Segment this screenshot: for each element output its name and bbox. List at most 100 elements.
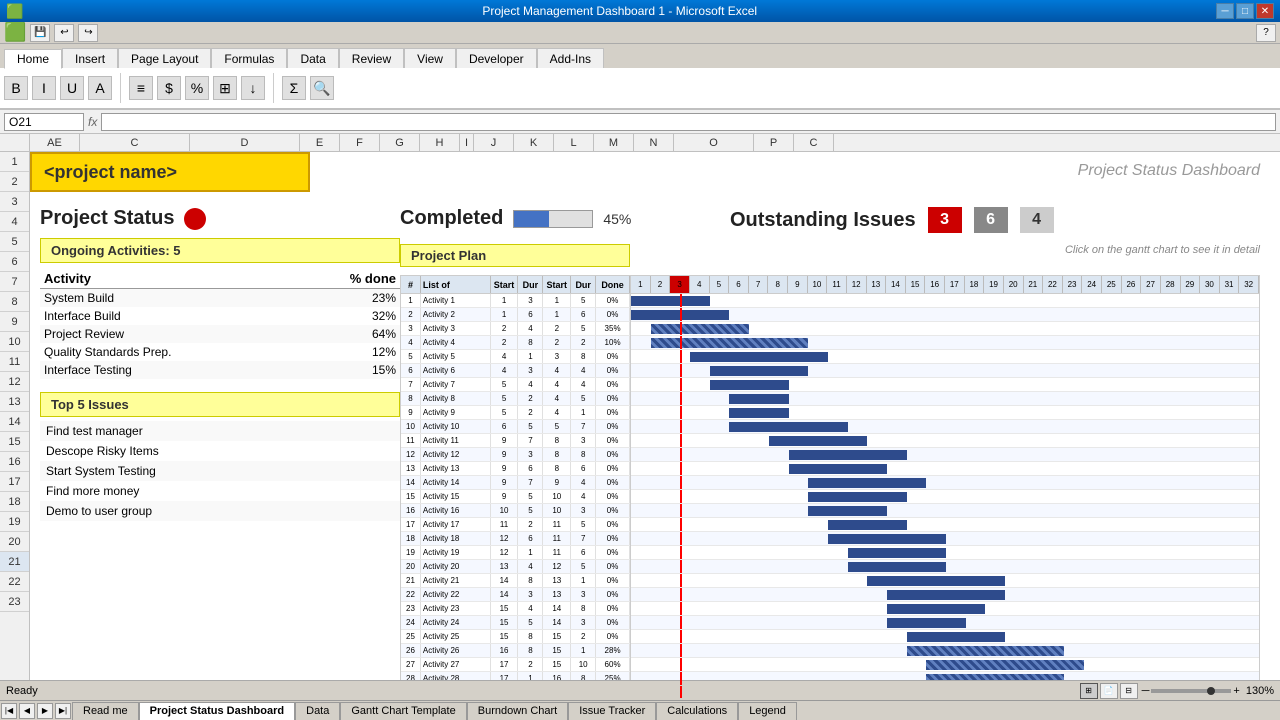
close-button[interactable]: ✕ <box>1256 3 1274 19</box>
gantt-left-row: 8 Activity 8 5 2 4 5 0% <box>401 392 630 406</box>
window-controls: ─ □ ✕ <box>1216 3 1274 19</box>
gantt-bar <box>631 296 710 306</box>
sheet-tab-issue-tracker[interactable]: Issue Tracker <box>568 702 656 720</box>
help-icon[interactable]: ? <box>1256 24 1276 42</box>
gantt-cell-s1: 15 <box>491 602 519 615</box>
tab-prev-btn[interactable]: ◀ <box>19 703 35 719</box>
col-i[interactable]: I <box>460 134 474 151</box>
gantt-cell-done: 0% <box>596 392 630 405</box>
col-l[interactable]: L <box>554 134 594 151</box>
tab-formulas[interactable]: Formulas <box>211 48 287 68</box>
col-h[interactable]: H <box>420 134 460 151</box>
col-m[interactable]: M <box>594 134 634 151</box>
cell-reference-input[interactable]: O21 <box>4 113 84 131</box>
gantt-left-row: 14 Activity 14 9 7 9 4 0% <box>401 476 630 490</box>
outstanding-red-badge: 3 <box>928 207 962 233</box>
gantt-timeline-col: 32 <box>1239 276 1259 293</box>
gantt-cell-d2: 6 <box>571 308 596 321</box>
tab-first-btn[interactable]: |◀ <box>1 703 17 719</box>
col-e[interactable]: E <box>300 134 340 151</box>
gantt-hdr-name: List of Activities <box>421 276 491 293</box>
redo-button[interactable]: ↪ <box>78 24 98 42</box>
col-ae[interactable]: AE <box>30 134 80 151</box>
gantt-bar <box>867 576 1005 586</box>
gantt-cell-num: 1 <box>401 294 421 307</box>
progress-fill <box>514 211 549 227</box>
tab-view[interactable]: View <box>404 48 456 68</box>
gantt-bar <box>789 464 887 474</box>
gantt-bar <box>651 324 749 334</box>
tab-review[interactable]: Review <box>339 48 404 68</box>
ribbon-btn-9[interactable]: ↓ <box>241 76 265 100</box>
gantt-bar <box>710 366 808 376</box>
sheet-tab-data[interactable]: Data <box>295 702 340 720</box>
gantt-bar <box>828 534 946 544</box>
col-c[interactable]: C <box>80 134 190 151</box>
zoom-controls: ─ + 130% <box>1142 685 1274 697</box>
gantt-bars-area[interactable]: 1234567891011121314151617181920212223242… <box>631 276 1259 698</box>
col-c2[interactable]: C <box>794 134 834 151</box>
page-break-view-btn[interactable]: ⊟ <box>1120 683 1138 699</box>
gantt-left-row: 12 Activity 12 9 3 8 8 0% <box>401 448 630 462</box>
gantt-bar-row <box>631 392 1259 406</box>
sheet-tab-project-status-dashboard[interactable]: Project Status Dashboard <box>139 702 295 720</box>
sheet-tab-read-me[interactable]: Read me <box>72 702 139 720</box>
tab-data[interactable]: Data <box>287 48 338 68</box>
ribbon-btn-3[interactable]: U <box>60 76 84 100</box>
col-o[interactable]: O <box>674 134 754 151</box>
ribbon-btn-8[interactable]: ⊞ <box>213 76 237 100</box>
sheet-tab-legend[interactable]: Legend <box>738 702 797 720</box>
ribbon-btn-1[interactable]: B <box>4 76 28 100</box>
gantt-timeline-col: 1 <box>631 276 651 293</box>
page-layout-view-btn[interactable]: 📄 <box>1100 683 1118 699</box>
current-day-marker <box>680 308 682 321</box>
project-name-cell[interactable]: <project name> <box>30 152 310 192</box>
col-p[interactable]: P <box>754 134 794 151</box>
zoom-in-btn[interactable]: + <box>1233 685 1239 697</box>
ribbon-btn-7[interactable]: % <box>185 76 209 100</box>
col-k[interactable]: K <box>514 134 554 151</box>
current-day-marker <box>680 630 682 643</box>
sheet-tab-burndown-chart[interactable]: Burndown Chart <box>467 702 569 720</box>
ribbon-btn-10[interactable]: Σ <box>282 76 306 100</box>
ribbon-btn-6[interactable]: $ <box>157 76 181 100</box>
gantt-left-row: 27 Activity 27 17 2 15 10 60% <box>401 658 630 672</box>
gantt-cell-s2: 3 <box>543 350 571 363</box>
col-g[interactable]: G <box>380 134 420 151</box>
minimize-button[interactable]: ─ <box>1216 3 1234 19</box>
formula-input[interactable] <box>101 113 1276 131</box>
zoom-slider[interactable] <box>1151 689 1231 693</box>
zoom-out-btn[interactable]: ─ <box>1142 685 1150 697</box>
normal-view-btn[interactable]: ⊞ <box>1080 683 1098 699</box>
col-d[interactable]: D <box>190 134 300 151</box>
gantt-cell-s1: 14 <box>491 588 519 601</box>
tab-last-btn[interactable]: ▶| <box>55 703 71 719</box>
tab-next-btn[interactable]: ▶ <box>37 703 53 719</box>
tab-insert[interactable]: Insert <box>62 48 118 68</box>
current-day-marker <box>680 364 682 377</box>
gantt-container[interactable]: # List of Activities Start Dur Start Dur… <box>400 275 1260 698</box>
col-n[interactable]: N <box>634 134 674 151</box>
col-j[interactable]: J <box>474 134 514 151</box>
gantt-cell-s1: 5 <box>491 392 519 405</box>
save-button[interactable]: 💾 <box>30 24 50 42</box>
gantt-cell-done: 0% <box>596 602 630 615</box>
excel-icon: 🟩 <box>4 22 26 43</box>
sheet-tab-gantt-chart-template[interactable]: Gantt Chart Template <box>340 702 466 720</box>
col-f[interactable]: F <box>340 134 380 151</box>
sheet-tab-calculations[interactable]: Calculations <box>656 702 738 720</box>
undo-button[interactable]: ↩ <box>54 24 74 42</box>
tab-page-layout[interactable]: Page Layout <box>118 48 211 68</box>
maximize-button[interactable]: □ <box>1236 3 1254 19</box>
gantt-cell-d1: 4 <box>518 378 543 391</box>
activity-name: Interface Build <box>40 307 297 325</box>
gantt-cell-done: 0% <box>596 308 630 321</box>
tab-developer[interactable]: Developer <box>456 48 537 68</box>
tab-home[interactable]: Home <box>4 49 62 69</box>
ribbon-btn-2[interactable]: I <box>32 76 56 100</box>
ribbon-btn-4[interactable]: A <box>88 76 112 100</box>
ribbon-btn-5[interactable]: ≡ <box>129 76 153 100</box>
ribbon-btn-11[interactable]: 🔍 <box>310 76 334 100</box>
gantt-cell-num: 5 <box>401 350 421 363</box>
tab-addins[interactable]: Add-Ins <box>537 48 604 68</box>
